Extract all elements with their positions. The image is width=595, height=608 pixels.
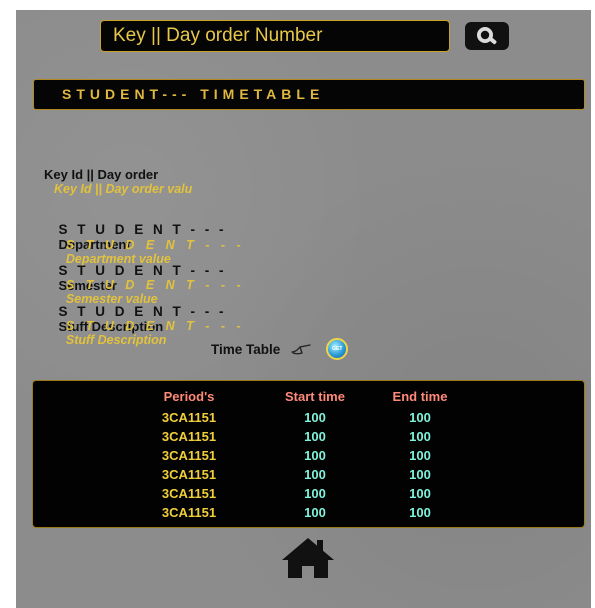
cell-end: 100 [409, 486, 431, 501]
search-input[interactable]: Key || Day order Number [100, 20, 450, 52]
cell-period: 3CA1151 [161, 505, 217, 520]
timetable-label: Time Table [211, 341, 281, 357]
stuff-description-value-text: Stuff Description [65, 333, 167, 347]
cell-start: 100 [304, 486, 326, 501]
cell-period: 3CA1151 [161, 448, 217, 463]
stuff-description-value-prefix: S T U D E N T - - - [65, 319, 245, 333]
cell-end: 100 [409, 410, 431, 425]
cell-start: 100 [304, 448, 326, 463]
key-id-label: Key Id || Day order [44, 167, 159, 182]
search-icon [477, 27, 497, 45]
get-button-icon: GET [332, 346, 343, 352]
home-button[interactable] [278, 536, 338, 580]
timetable-table: Period's Start time End time 3CA1151 100… [32, 380, 585, 528]
cell-period: 3CA1151 [161, 486, 217, 501]
get-timetable-button[interactable]: GET [326, 338, 349, 360]
app-screen: Key || Day order Number STUDENT--- TIMET… [16, 10, 591, 608]
table-header-end: End time [392, 389, 448, 404]
cell-period: 3CA1151 [161, 467, 217, 482]
cell-start: 100 [304, 505, 326, 520]
cell-start: 100 [304, 429, 326, 444]
cell-period: 3CA1151 [161, 410, 217, 425]
timetable-row: Time Table GET [211, 338, 349, 360]
cell-start: 100 [304, 467, 326, 482]
pointing-hand-icon [291, 344, 311, 355]
table-header-start: Start time [285, 389, 345, 404]
cell-end: 100 [409, 429, 431, 444]
cell-period: 3CA1151 [161, 429, 217, 444]
search-button[interactable] [465, 22, 509, 50]
home-icon [282, 538, 334, 578]
cell-end: 100 [409, 505, 431, 520]
cell-end: 100 [409, 448, 431, 463]
key-id-value: Key Id || Day order valu [54, 182, 193, 196]
table-header-period: Period's [163, 389, 215, 404]
cell-start: 100 [304, 410, 326, 425]
cell-end: 100 [409, 467, 431, 482]
page-title: STUDENT--- TIMETABLE [33, 79, 585, 110]
